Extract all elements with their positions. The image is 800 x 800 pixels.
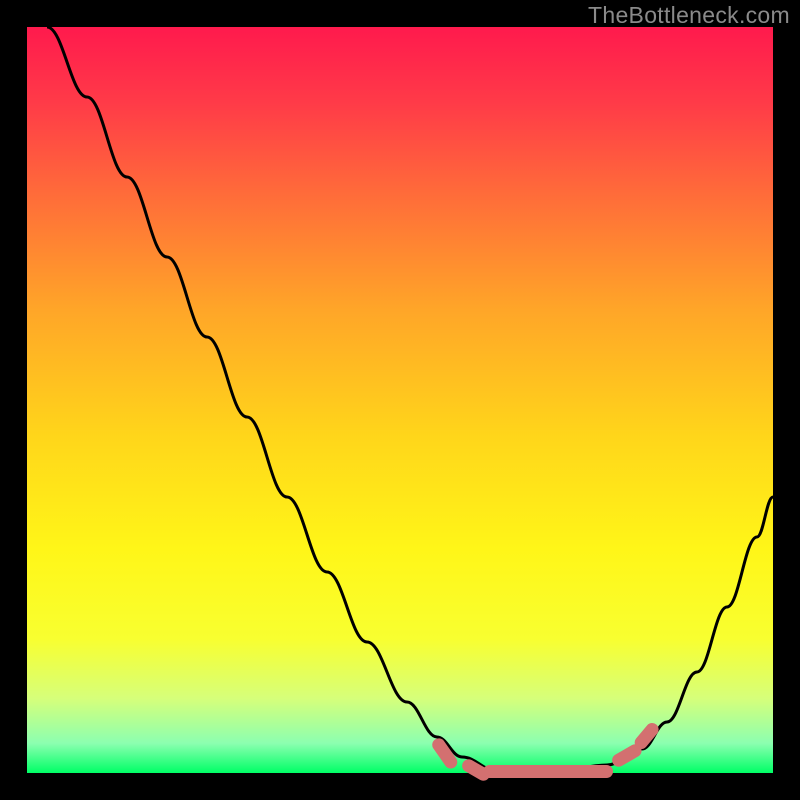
highlight-segment	[483, 765, 613, 778]
watermark-text: TheBottleneck.com	[588, 2, 790, 29]
chart-plot-area	[27, 27, 773, 773]
bottleneck-curve	[27, 27, 773, 773]
